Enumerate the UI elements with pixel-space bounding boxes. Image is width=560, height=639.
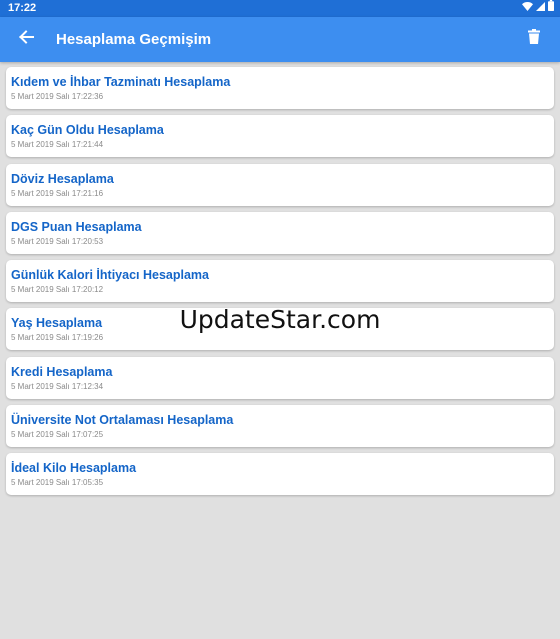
status-bar: 17:22: [0, 0, 560, 17]
history-item-date: 5 Mart 2019 Salı 17:21:44: [11, 140, 104, 150]
history-item[interactable]: Üniversite Not Ortalaması Hesaplama 5 Ma…: [6, 405, 554, 448]
history-item[interactable]: İdeal Kilo Hesaplama 5 Mart 2019 Salı 17…: [6, 453, 554, 496]
history-item[interactable]: Kaç Gün Oldu Hesaplama 5 Mart 2019 Salı …: [6, 115, 554, 158]
history-item-title: Kredi Hesaplama: [11, 364, 113, 379]
history-item-date: 5 Mart 2019 Salı 17:20:53: [11, 236, 104, 246]
clear-history-button[interactable]: [522, 27, 546, 51]
history-item-date: 5 Mart 2019 Salı 17:07:25: [11, 430, 104, 440]
history-item-title: Günlük Kalori İhtiyacı Hesaplama: [11, 268, 209, 283]
history-item-title: Yaş Hesaplama: [11, 316, 103, 331]
history-item-title: DGS Puan Hesaplama: [11, 219, 142, 234]
history-item[interactable]: Kıdem ve İhbar Tazminatı Hesaplama 5 Mar…: [6, 67, 554, 109]
signal-icon: [536, 0, 545, 17]
history-item[interactable]: Döviz Hesaplama 5 Mart 2019 Salı 17:21:1…: [6, 163, 554, 206]
history-item[interactable]: Yaş Hesaplama 5 Mart 2019 Salı 17:19:26: [6, 308, 554, 351]
history-item-date: 5 Mart 2019 Salı 17:20:12: [11, 285, 104, 295]
history-item-title: Kaç Gün Oldu Hesaplama: [11, 123, 164, 138]
history-item-title: Döviz Hesaplama: [11, 171, 114, 186]
page-title: Hesaplama Geçmişim: [56, 31, 212, 48]
status-time: 17:22: [8, 2, 37, 14]
back-button[interactable]: [14, 27, 38, 51]
trash-icon: [528, 29, 540, 49]
history-item-title: İdeal Kilo Hesaplama: [11, 461, 137, 476]
history-item-date: 5 Mart 2019 Salı 17:05:35: [11, 478, 104, 488]
history-item-date: 5 Mart 2019 Salı 17:21:16: [11, 188, 104, 198]
history-list: Kıdem ve İhbar Tazminatı Hesaplama 5 Mar…: [6, 67, 554, 502]
history-item[interactable]: DGS Puan Hesaplama 5 Mart 2019 Salı 17:2…: [6, 211, 554, 254]
arrow-left-icon: [18, 29, 34, 50]
battery-icon: [548, 0, 554, 17]
history-item-title: Kıdem ve İhbar Tazminatı Hesaplama: [11, 75, 231, 89]
history-item-title: Üniversite Not Ortalaması Hesaplama: [11, 413, 234, 428]
app-bar: Hesaplama Geçmişim: [0, 17, 560, 62]
history-item[interactable]: Kredi Hesaplama 5 Mart 2019 Salı 17:12:3…: [6, 356, 554, 399]
history-item[interactable]: Günlük Kalori İhtiyacı Hesaplama 5 Mart …: [6, 260, 554, 303]
status-icons: [522, 0, 554, 17]
wifi-icon: [522, 0, 533, 17]
history-item-date: 5 Mart 2019 Salı 17:19:26: [11, 333, 104, 343]
history-item-date: 5 Mart 2019 Salı 17:12:34: [11, 381, 104, 391]
history-item-date: 5 Mart 2019 Salı 17:22:36: [11, 92, 104, 101]
